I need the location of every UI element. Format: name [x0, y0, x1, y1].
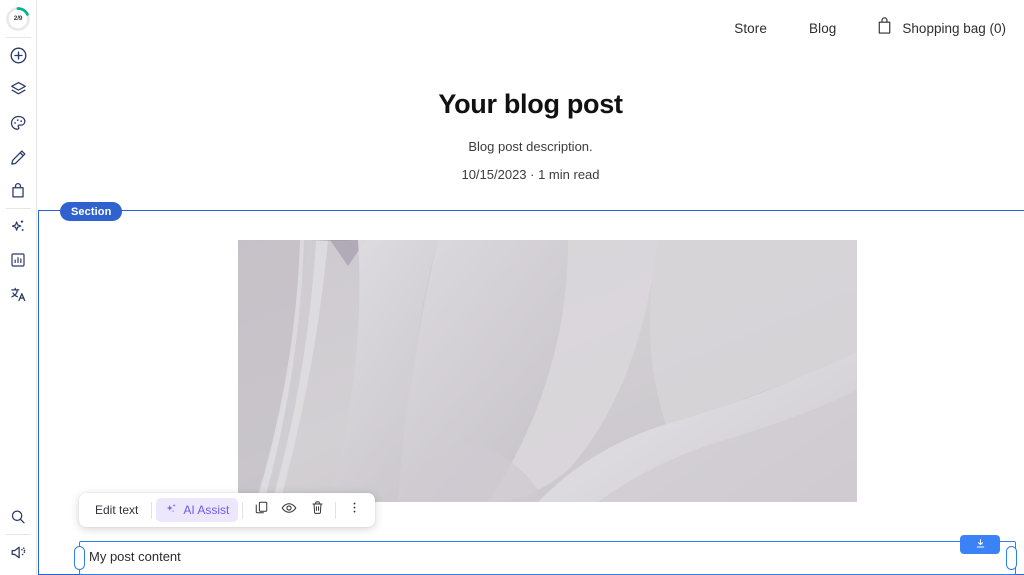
shopping-bag-label: Shopping bag (0)	[902, 20, 1006, 36]
translate-icon	[9, 285, 28, 304]
duplicate-icon	[254, 500, 269, 520]
setup-progress[interactable]: 2/9	[0, 0, 37, 37]
blog-post-hero: Your blog post Blog post description. 10…	[37, 56, 1024, 182]
more-vertical-icon	[347, 500, 362, 520]
toolbar-divider-3	[335, 501, 337, 519]
duplicate-button[interactable]	[247, 497, 275, 523]
shopping-bag-link[interactable]: Shopping bag (0)	[876, 16, 1006, 40]
plus-circle-icon	[9, 46, 28, 65]
megaphone-icon	[9, 543, 28, 562]
element-toolbar: Edit text AI Assist	[79, 493, 376, 527]
resize-handle-left[interactable]	[73, 546, 85, 570]
sidebar-item-add-elements[interactable]	[0, 38, 37, 72]
sidebar-item-pages-layers[interactable]	[0, 72, 37, 106]
progress-ring-icon: 2/9	[5, 6, 31, 32]
sidebar-bottom-group	[0, 500, 37, 575]
sidebar-item-search[interactable]	[0, 500, 37, 534]
post-description: Blog post description.	[468, 139, 593, 154]
download-icon	[975, 536, 986, 554]
delete-button[interactable]	[303, 497, 331, 523]
post-content-text-element[interactable]: My post content	[79, 541, 1016, 575]
site-header-nav: Store Blog Shopping bag (0)	[37, 0, 1024, 56]
pencil-icon	[9, 148, 28, 167]
search-icon	[9, 508, 27, 526]
shopping-bag-icon	[876, 16, 893, 40]
eye-icon	[281, 500, 297, 521]
sidebar-primary-group	[0, 38, 37, 208]
nav-link-store[interactable]: Store	[734, 21, 767, 36]
ai-assist-button[interactable]: AI Assist	[156, 498, 239, 522]
sidebar-item-translate[interactable]	[0, 277, 37, 311]
download-button[interactable]	[960, 535, 1000, 554]
post-content-text: My post content	[89, 549, 181, 564]
sidebar-secondary-group	[0, 209, 37, 311]
more-options-button[interactable]	[340, 497, 368, 523]
sidebar-item-announcements[interactable]	[0, 535, 37, 569]
post-cover-image[interactable]	[238, 240, 857, 502]
section-badge[interactable]: Section	[60, 202, 123, 221]
toolbar-divider-1	[151, 501, 153, 519]
post-meta: 10/15/2023 · 1 min read	[461, 167, 600, 182]
sidebar-item-store[interactable]	[0, 174, 37, 208]
sidebar-item-design-theme[interactable]	[0, 106, 37, 140]
page-title: Your blog post	[438, 89, 623, 119]
toolbar-divider-2	[242, 501, 244, 519]
resize-handle-right[interactable]	[1006, 546, 1017, 570]
hide-button[interactable]	[275, 497, 303, 523]
sidebar-item-edit-draw[interactable]	[0, 140, 37, 174]
nav-link-blog[interactable]: Blog	[809, 21, 836, 36]
shopping-bag-icon	[9, 182, 27, 200]
chart-icon	[9, 251, 27, 269]
site-editor: 2/9 Store Blog Shopping bag (0) Your blo…	[0, 0, 1024, 575]
trash-icon	[310, 500, 325, 520]
layers-icon	[9, 80, 28, 99]
edit-text-button[interactable]: Edit text	[86, 503, 147, 517]
sidebar-item-analytics[interactable]	[0, 243, 37, 277]
ai-assist-label: AI Assist	[183, 503, 230, 517]
palette-icon	[9, 114, 28, 133]
sidebar-item-ai-assistant[interactable]	[0, 209, 37, 243]
sparkle-icon	[9, 217, 28, 236]
left-sidebar: 2/9	[0, 0, 37, 575]
progress-label: 2/9	[13, 15, 23, 22]
abstract-gradient-image	[238, 240, 857, 502]
sparkle-icon	[165, 502, 178, 518]
